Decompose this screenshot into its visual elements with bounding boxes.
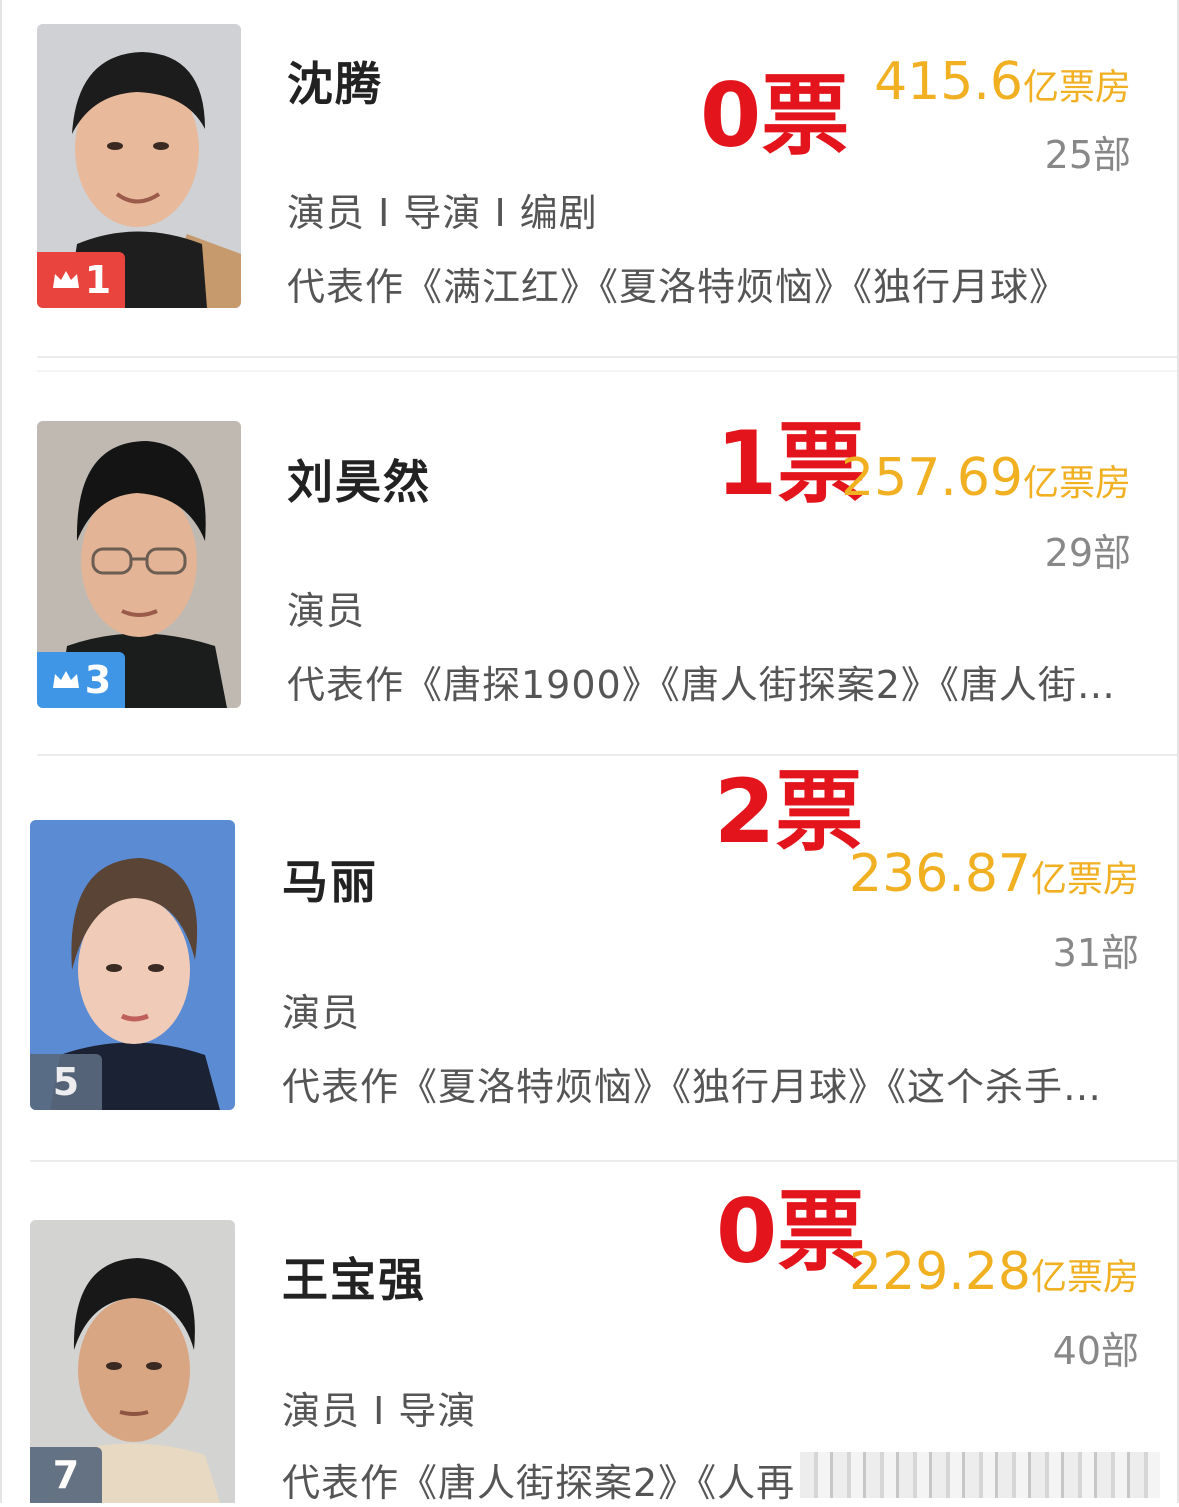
roles: 演员 [282,991,361,1035]
representative-works: 代表作《夏洛特烦恼》《独行月球》《这个杀手… [282,1065,1103,1109]
rank-number: 1 [84,258,112,302]
representative-works: 代表作《唐人街探案2》《人再 [282,1461,796,1505]
film-count: 25部 [1044,133,1131,177]
crown-icon [52,671,79,688]
divider [37,356,1177,358]
avatar[interactable]: 1 [37,24,241,308]
rank-badge: 1 [37,252,125,308]
person-name[interactable]: 王宝强 [282,1244,426,1310]
box-office: 415.6亿票房 [874,56,1131,108]
rank-badge: 3 [37,652,125,708]
box-office-unit: 亿票房 [1030,859,1139,900]
rank-badge: 5 [30,1054,102,1110]
vote-count: 0票 [716,1180,866,1283]
rank-number: 5 [52,1060,80,1104]
box-office-value: 229.28 [849,1242,1031,1302]
avatar[interactable]: 7 [30,1220,235,1503]
person-name[interactable]: 刘昊然 [287,446,431,512]
roles: 演员 I 导演 I 编剧 [287,191,598,235]
roles: 演员 [287,589,366,633]
film-count: 29部 [1044,531,1131,575]
box-office-value: 236.87 [849,844,1031,904]
box-office: 236.87亿票房 [849,848,1139,900]
box-office: 257.69亿票房 [841,452,1131,504]
box-office-unit: 亿票房 [1022,463,1131,504]
box-office-unit: 亿票房 [1030,1257,1139,1298]
representative-works: 代表作《唐探1900》《唐人街探案2》《唐人街… [287,663,1116,707]
left-border [0,0,2,1503]
vote-count: 0票 [700,64,850,167]
person-name[interactable]: 沈腾 [287,48,383,114]
crown-icon [52,271,79,288]
vote-count: 2票 [714,760,864,863]
representative-works: 代表作《满江红》《夏洛特烦恼》《独行月球》 [287,265,1069,309]
film-count: 40部 [1052,1329,1139,1373]
box-office-value: 415.6 [874,52,1023,112]
box-office-value: 257.69 [841,448,1023,508]
film-count: 31部 [1052,931,1139,975]
rank-number: 7 [52,1453,80,1497]
avatar[interactable]: 3 [37,421,241,708]
divider [30,1160,1177,1162]
rank-badge: 7 [30,1447,102,1503]
divider [37,370,1177,372]
watermark-overlay [800,1452,1160,1498]
divider [37,754,1177,756]
box-office: 229.28亿票房 [849,1246,1139,1298]
rank-number: 3 [84,658,112,702]
person-name[interactable]: 马丽 [282,846,378,912]
box-office-unit: 亿票房 [1022,67,1131,108]
avatar[interactable]: 5 [30,820,235,1110]
roles: 演员 I 导演 [282,1389,477,1433]
